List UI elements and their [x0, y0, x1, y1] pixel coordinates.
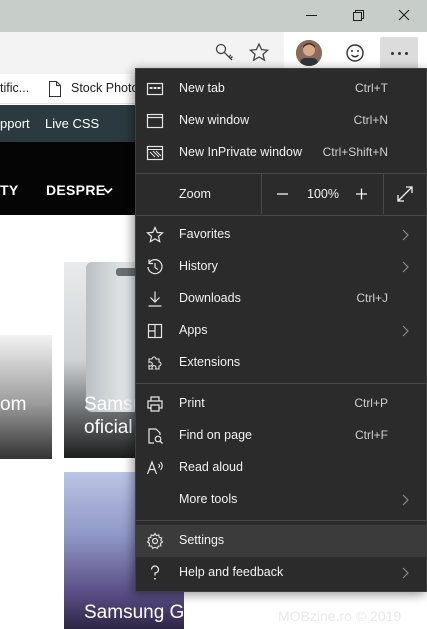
menu-item-label: More tools [179, 492, 238, 506]
zoom-label: Zoom [179, 187, 211, 201]
article-title[interactable]: oficial [84, 416, 133, 439]
smiley-icon [346, 44, 364, 62]
key-icon [215, 43, 233, 61]
profile-avatar[interactable] [296, 40, 322, 66]
gear-icon [146, 532, 164, 550]
inprivate-icon [146, 145, 164, 161]
minimize-button[interactable] [289, 0, 335, 32]
menu-item-downloads[interactable]: Downloads Ctrl+J [136, 283, 426, 315]
puzzle-icon [148, 356, 162, 370]
menu-item-history[interactable]: History [136, 251, 426, 283]
chevron-right-icon [402, 325, 409, 337]
menu-item-label: Apps [179, 323, 208, 337]
menu-separator [136, 215, 426, 216]
menu-item-label: Help and feedback [179, 565, 284, 579]
watermark: MOBzine.ro © 2019 [278, 608, 402, 624]
find-page-icon [148, 428, 163, 444]
menu-item-shortcut: Ctrl+N [353, 113, 388, 127]
menu-item-find-on-page[interactable]: Find on page Ctrl+F [136, 420, 426, 452]
chevron-right-icon [402, 567, 409, 579]
password-key-button[interactable] [208, 36, 242, 70]
feedback-smiley-button[interactable] [338, 36, 372, 70]
more-dot-icon [398, 52, 401, 55]
read-aloud-icon [146, 460, 163, 475]
zoom-divider [383, 174, 384, 214]
menu-item-label: Downloads [179, 291, 241, 305]
favorite-item[interactable]: Stock Photo [71, 81, 138, 95]
favorite-star-button[interactable] [242, 36, 276, 70]
menu-separator [136, 383, 426, 384]
menu-item-settings[interactable]: Settings [136, 525, 426, 557]
menu-item-label: Read aloud [179, 460, 243, 474]
menu-item-shortcut: Ctrl+F [355, 428, 388, 442]
download-icon [148, 291, 162, 307]
menu-item-label: New window [179, 113, 250, 127]
zoom-divider [261, 174, 262, 214]
plus-icon [356, 188, 367, 200]
restore-icon [353, 10, 364, 21]
minimize-icon [306, 15, 317, 16]
more-dot-icon [391, 52, 394, 55]
chevron-right-icon [402, 261, 409, 273]
menu-item-label: Print [179, 396, 205, 410]
favorite-item[interactable]: tific... [0, 81, 29, 95]
site-link[interactable]: Live CSS [45, 116, 99, 131]
star-icon [146, 226, 164, 243]
settings-and-more-button[interactable] [380, 37, 418, 69]
window-icon [146, 113, 164, 129]
title-bar [0, 0, 427, 32]
menu-item-label: New tab [179, 81, 225, 95]
menu-item-apps[interactable]: Apps [136, 315, 426, 347]
restore-button[interactable] [335, 0, 381, 32]
close-icon [398, 9, 410, 21]
menu-item-label: Extensions [179, 355, 241, 369]
page-icon [49, 81, 61, 97]
menu-item-new-inprivate-window[interactable]: New InPrivate window Ctrl+Shift+N [136, 137, 426, 169]
avatar-image [296, 40, 322, 66]
nav-item[interactable]: TY [0, 182, 19, 198]
chevron-right-icon [402, 229, 409, 241]
menu-item-favorites[interactable]: Favorites [136, 219, 426, 251]
chevron-right-icon [402, 494, 409, 506]
zoom-in-button[interactable] [345, 178, 379, 210]
nav-item-despre[interactable]: DESPRE [46, 182, 105, 198]
menu-item-label: New InPrivate window [179, 145, 302, 159]
history-icon [147, 259, 163, 275]
menu-item-shortcut: Ctrl+P [354, 396, 388, 410]
apps-icon [147, 323, 163, 339]
more-dot-icon [405, 52, 408, 55]
star-icon [248, 42, 270, 62]
menu-item-shortcut: Ctrl+T [355, 81, 388, 95]
close-window-button[interactable] [381, 0, 427, 32]
expand-icon [397, 186, 413, 202]
minus-icon [277, 193, 288, 195]
menu-item-label: Find on page [179, 428, 252, 442]
zoom-out-button[interactable] [266, 178, 300, 210]
menu-item-new-window[interactable]: New window Ctrl+N [136, 105, 426, 137]
full-screen-button[interactable] [388, 178, 422, 210]
menu-separator [136, 520, 426, 521]
menu-item-more-tools[interactable]: More tools [136, 484, 426, 516]
menu-item-label: Favorites [179, 227, 231, 241]
zoom-control: Zoom 100% [136, 174, 426, 214]
chevron-down-icon [103, 187, 113, 194]
menu-item-label: History [179, 259, 218, 273]
zoom-level: 100% [307, 187, 339, 201]
menu-item-shortcut: Ctrl+J [356, 291, 388, 305]
article-title[interactable]: om [0, 393, 26, 416]
menu-item-shortcut: Ctrl+Shift+N [322, 145, 388, 159]
menu-item-help-and-feedback[interactable]: Help and feedback [136, 557, 426, 589]
menu-item-read-aloud[interactable]: Read aloud [136, 452, 426, 484]
menu-item-extensions[interactable]: Extensions [136, 347, 426, 379]
site-link[interactable]: pport [0, 116, 30, 131]
new-tab-icon [146, 82, 164, 96]
menu-item-print[interactable]: Print Ctrl+P [136, 388, 426, 420]
printer-icon [147, 396, 163, 412]
settings-and-more-menu: New tab Ctrl+T New window Ctrl+N New InP… [135, 68, 427, 592]
question-icon [150, 565, 160, 580]
menu-item-new-tab[interactable]: New tab Ctrl+T [136, 73, 426, 105]
menu-item-label: Settings [179, 533, 225, 547]
